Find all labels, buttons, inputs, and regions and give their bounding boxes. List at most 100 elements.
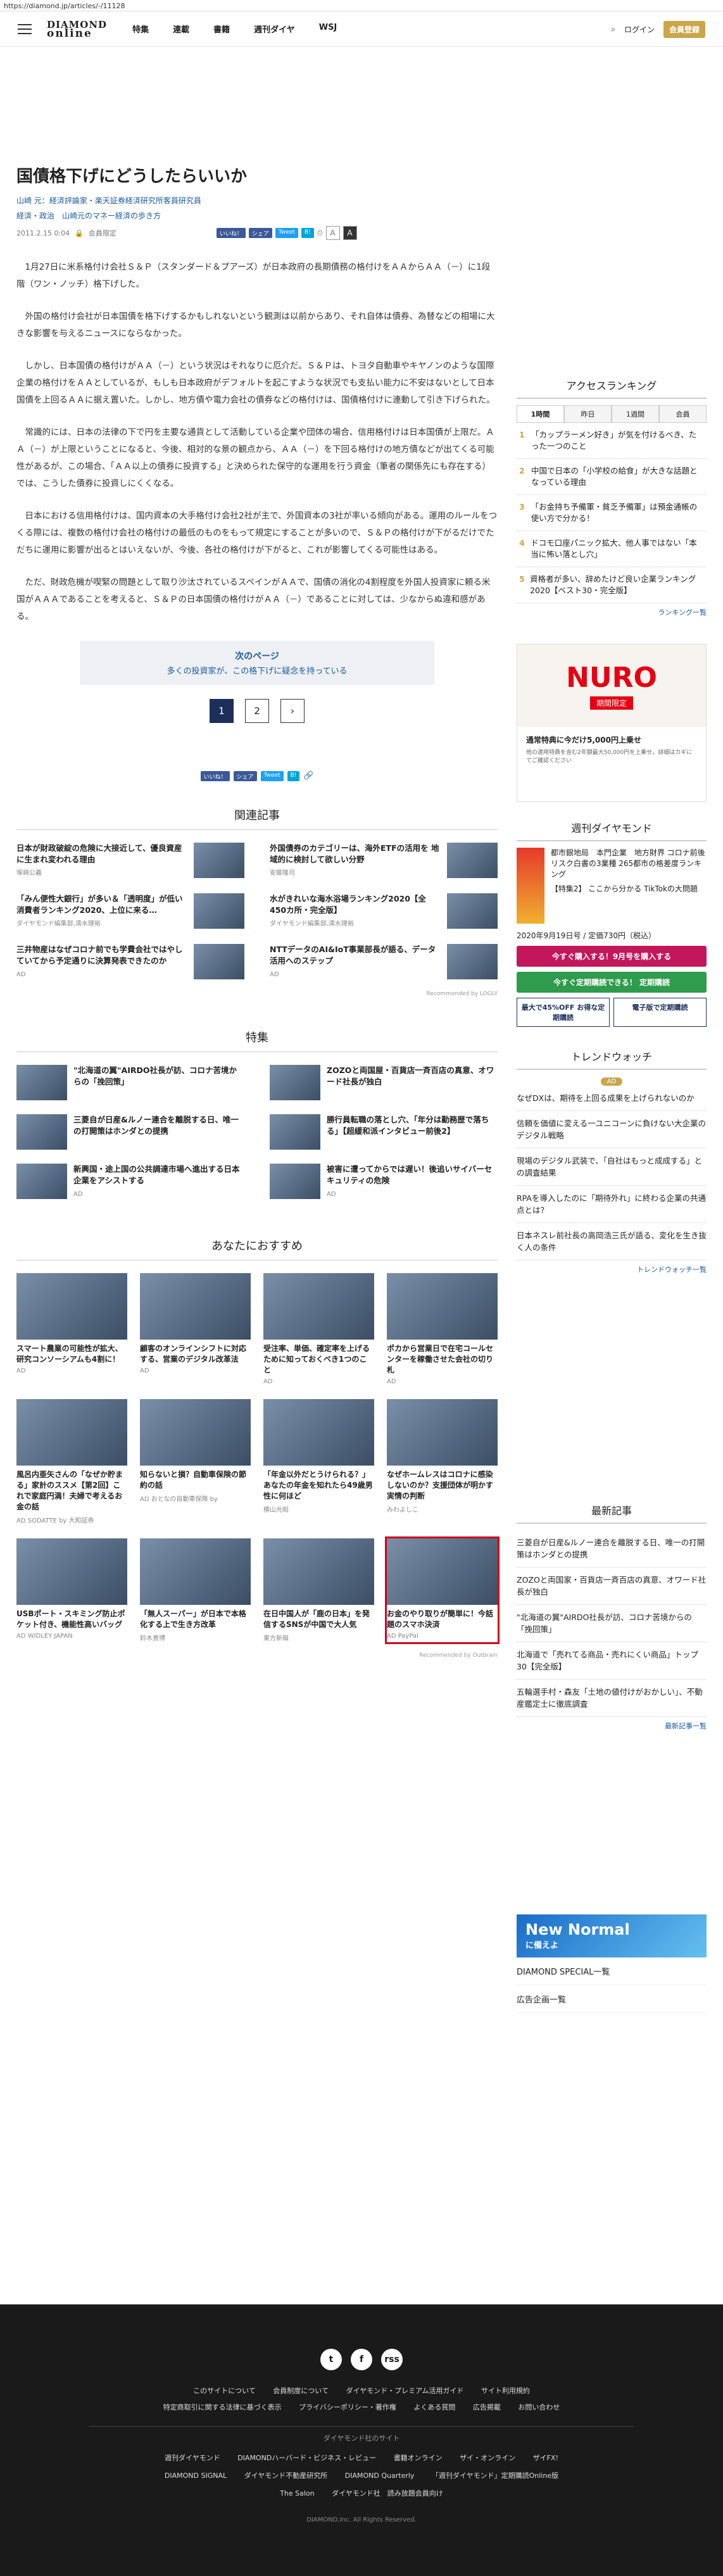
rss-icon[interactable]: rss xyxy=(381,2349,403,2370)
feature-item[interactable]: ZOZOと両国屋・百貨店一斉百店の真意、オワード社長が独白 xyxy=(270,1065,498,1100)
recommend-item[interactable]: 受注率、単価、確定率を上げるために知っておくべき1つのこと AD xyxy=(263,1273,374,1385)
group-site-link[interactable]: 書籍オンライン xyxy=(394,2454,443,2462)
menu-icon[interactable] xyxy=(18,23,32,34)
fb-like-button[interactable]: いいね！ xyxy=(216,228,246,238)
related-item[interactable]: 日本が財政破綻の危険に大接近して、優良資産に生まれ変われる理由 塚崎公義 xyxy=(16,843,244,879)
feature-item[interactable]: 勝行員転職の落とし穴、「年分は勤務歴で落ちる」【超緩和派インタビュー前後2】 xyxy=(270,1114,498,1150)
newnormal-banner[interactable]: New Normal に備えよ xyxy=(517,1914,707,1957)
feature-item[interactable]: 新興国・途上国の公共調達市場へ進出する日本企業をアシストする AD xyxy=(16,1164,244,1200)
link-icon[interactable]: 🔗 xyxy=(303,771,313,781)
discount-subscribe-button[interactable]: 最大で45%OFF お得な定期購読 xyxy=(517,998,610,1027)
footer-link[interactable]: 広告掲載 xyxy=(473,2403,501,2411)
group-site-link[interactable]: ダイヤモンド不動産研究所 xyxy=(244,2472,328,2480)
print-icon[interactable]: ⎙ xyxy=(317,229,323,237)
related-item[interactable]: 外国債券のカテゴリーは、海外ETFの活用を 地域的に検討して欲しい分野 安藤隆司 xyxy=(270,843,498,879)
magazine-cover[interactable] xyxy=(517,848,544,924)
feature-item[interactable]: 被害に遭ってからでは遅い！後追いサイバーセキュリティの危険 AD xyxy=(270,1164,498,1200)
article-author[interactable]: 山崎 元：経済評論家・楽天証券経済研究所客員研究員 xyxy=(16,195,498,206)
ad-feature-link[interactable]: 広告企画一覧 xyxy=(517,1985,707,2013)
ranking-item[interactable]: 3 「お金持ち予備軍・貧乏予備軍」は預金通帳の使い方で分かる！ xyxy=(517,495,707,531)
twitter-icon[interactable]: t xyxy=(320,2349,342,2370)
trend-item[interactable]: 信頼を価値に変える一ユニコーンに負けない大企業のデジタル戦略 xyxy=(517,1111,707,1148)
search-icon[interactable]: ⌕ xyxy=(611,25,615,34)
next-page-link[interactable]: 次のページ 多くの投資家が、この格下げに疑念を持っている xyxy=(80,641,434,685)
tweet-button[interactable]: Tweet xyxy=(275,228,298,238)
tweet-button[interactable]: Tweet xyxy=(260,771,284,781)
group-site-link[interactable]: ザイ・オンライン xyxy=(460,2454,515,2462)
latest-item[interactable]: 三菱自が日産&ルノー連合を離脱する日、唯一の打開策はホンダとの提携 xyxy=(517,1530,707,1568)
latest-more-link[interactable]: 最新記事一覧 xyxy=(517,1721,707,1731)
nav-item-feature[interactable]: 特集 xyxy=(132,23,149,35)
article-categories[interactable]: 経済・政治 山崎元のマネー経済の歩き方 xyxy=(16,210,498,221)
tab-1week[interactable]: 1週間 xyxy=(612,405,659,422)
facebook-icon[interactable]: f xyxy=(351,2349,372,2370)
diamond-special-link[interactable]: DIAMOND SPECIAL一覧 xyxy=(517,1957,707,1985)
latest-item[interactable]: "北海道の翼"AIRDO社長が訪、コロナ苦境からの「挽回策」 xyxy=(517,1605,707,1642)
hatena-button[interactable]: B! xyxy=(301,228,314,238)
ranking-item[interactable]: 2 中国で日本の「小学校の給食」が大きな話題となっている理由 xyxy=(517,459,707,495)
trend-item[interactable]: RPAを導入したのに「期待外れ」に終わる企業の共通点とは？ xyxy=(517,1186,707,1223)
outbrain-credit[interactable]: Recommended by Outbrain xyxy=(16,1652,498,1659)
digital-subscribe-button[interactable]: 電子版で定期購読 xyxy=(613,998,707,1027)
subscribe-button[interactable]: 今すぐ定期購読できる！ 定期購読 xyxy=(517,972,707,993)
fb-share-button[interactable]: シェア xyxy=(248,228,272,238)
recommend-item[interactable]: 在日中国人が「鹿の日本」を発信するSNSが中国で大人気 東方新報 xyxy=(263,1538,374,1642)
recommend-item[interactable]: 知らないと損？自動車保険の節約の話 AD おとなの自動車保険 by xyxy=(140,1399,251,1524)
related-item[interactable]: NTTデータのAI&IoT事業部長が語る、データ活用へのステップ AD xyxy=(270,944,498,981)
ranking-item[interactable]: 5 資格者が多い、辞めたけど良い企業ランキング2020【ベスト30・完全版】 xyxy=(517,567,707,603)
footer-link[interactable]: サイト利用規約 xyxy=(481,2387,530,2395)
ranking-more-link[interactable]: ランキング一覧 xyxy=(517,607,707,617)
group-site-link[interactable]: 週刊ダイヤモンド xyxy=(165,2454,220,2462)
latest-item[interactable]: 五輪選手村・森友「土地の値付けがおかしい」、不動産鑑定士に徹底調査 xyxy=(517,1680,707,1717)
group-site-link[interactable]: The Salon xyxy=(280,2489,314,2497)
buy-issue-button[interactable]: 今すぐ購入する！9月号を購入する xyxy=(517,946,707,967)
member-register-button[interactable]: 会員登録 xyxy=(663,21,705,38)
group-site-link[interactable]: ダイヤモンド社 読み放題会員向け xyxy=(332,2489,443,2497)
nav-item-series[interactable]: 連載 xyxy=(173,23,189,35)
tab-yesterday[interactable]: 昨日 xyxy=(564,405,612,422)
related-item[interactable]: 水がきれいな海水浴場ランキング2020【全450カ所・完全版】 ダイヤモンド編集部… xyxy=(270,893,498,930)
recommend-item-highlighted[interactable]: お金のやり取りが簡単に！今話題のスマホ決済 AD PayPal xyxy=(385,1536,500,1644)
fb-like-button[interactable]: いいね！ xyxy=(200,771,230,781)
recommend-item[interactable]: ポカから営業日で在宅コールセンターを稼働させた会社の切り札 AD xyxy=(387,1273,498,1385)
group-site-link[interactable]: DIAMONDハーバード・ビジネス・レビュー xyxy=(237,2454,376,2462)
group-site-link[interactable]: DIAMOND Quarterly xyxy=(345,2472,415,2480)
ranking-item[interactable]: 4 ドコモ口座パニック拡大、他人事ではない「本当に怖い落とし穴」 xyxy=(517,531,707,567)
login-link[interactable]: ログイン xyxy=(624,24,655,35)
group-site-link[interactable]: 「週刊ダイヤモンド」定期購読Online版 xyxy=(432,2472,558,2480)
font-size-large-button[interactable]: A xyxy=(343,226,357,240)
feature-item[interactable]: "北海道の翼"AIRDO社長が訪、コロナ苦境からの「挽回策」 xyxy=(16,1065,244,1100)
recommend-item[interactable]: 「無人スーパー」が日本で本格化する上で生き方改革 鈴木貴博 xyxy=(140,1538,251,1642)
nav-item-weekly[interactable]: 週刊ダイヤ xyxy=(254,23,295,35)
hatena-button[interactable]: B! xyxy=(287,771,300,781)
tab-member[interactable]: 会員 xyxy=(659,405,707,422)
latest-item[interactable]: ZOZOと両国家・百貨店一斉百店の真意、オワード社長が独白 xyxy=(517,1568,707,1605)
recommend-item[interactable]: 「年金以外だとうけられる？」あなたの年金を知れたら49歳男性に何ほど 横山光昭 xyxy=(263,1399,374,1524)
recommend-item[interactable]: スマート農業の可能性が拡大、研究コンソーシアムも4割に！ AD xyxy=(16,1273,127,1385)
nuro-ad[interactable]: NURO 期間限定 通常特典に今だけ5,000円上乗せ 他の適用特典を含む2年額… xyxy=(517,644,707,802)
nav-item-wsj[interactable]: WSJ xyxy=(319,23,337,35)
footer-link[interactable]: ダイヤモンド・プレミアム活用ガイド xyxy=(346,2387,463,2395)
feature-item[interactable]: 三菱自が日産&ルノー連合を離脱する日、唯一の打開策はホンダとの提携 xyxy=(16,1114,244,1150)
page-1-button[interactable]: 1 xyxy=(210,699,234,723)
group-site-link[interactable]: ザイFX! xyxy=(533,2454,558,2462)
nav-item-books[interactable]: 書籍 xyxy=(213,23,230,35)
recommend-item[interactable]: なぜホームレスはコロナに感染しないのか？支援団体が明かす実情の判断 みわよしこ xyxy=(387,1399,498,1524)
related-item[interactable]: 三井物産はなぜコロナ前でも学費会社ではやしていてから予定通りに決算発表できたのか… xyxy=(16,944,244,981)
latest-item[interactable]: 北海道で「売れてる商品・売れにくい商品」トップ30【完全版】 xyxy=(517,1642,707,1680)
recommend-item[interactable]: USBポート・スキミング防止ポケット付き、機能性高いバッグ AD WIDLEY J… xyxy=(16,1538,127,1642)
site-logo[interactable]: DIAMOND online xyxy=(47,20,107,39)
fb-share-button[interactable]: シェア xyxy=(233,771,257,781)
footer-link[interactable]: よくある質問 xyxy=(413,2403,455,2411)
page-2-button[interactable]: 2 xyxy=(245,699,269,723)
recommend-item[interactable]: 顧客のオンラインシフトに対応する、営業のデジタル改革法 AD xyxy=(140,1273,251,1385)
logly-credit[interactable]: Recommended by LOGLY xyxy=(16,991,498,997)
trend-item[interactable]: なぜDXは、期待を上回る成果を上げられないのか xyxy=(517,1086,707,1111)
group-site-link[interactable]: DIAMOND SIGNAL xyxy=(165,2472,227,2480)
footer-link[interactable]: このサイトについて xyxy=(193,2387,256,2395)
footer-link[interactable]: 会員制度について xyxy=(273,2387,329,2395)
next-page-arrow[interactable]: › xyxy=(280,699,305,723)
trend-more-link[interactable]: トレンドウォッチ一覧 xyxy=(517,1264,707,1274)
footer-link[interactable]: プライバシーポリシー・著作権 xyxy=(299,2403,396,2411)
footer-link[interactable]: お問い合わせ xyxy=(518,2403,560,2411)
